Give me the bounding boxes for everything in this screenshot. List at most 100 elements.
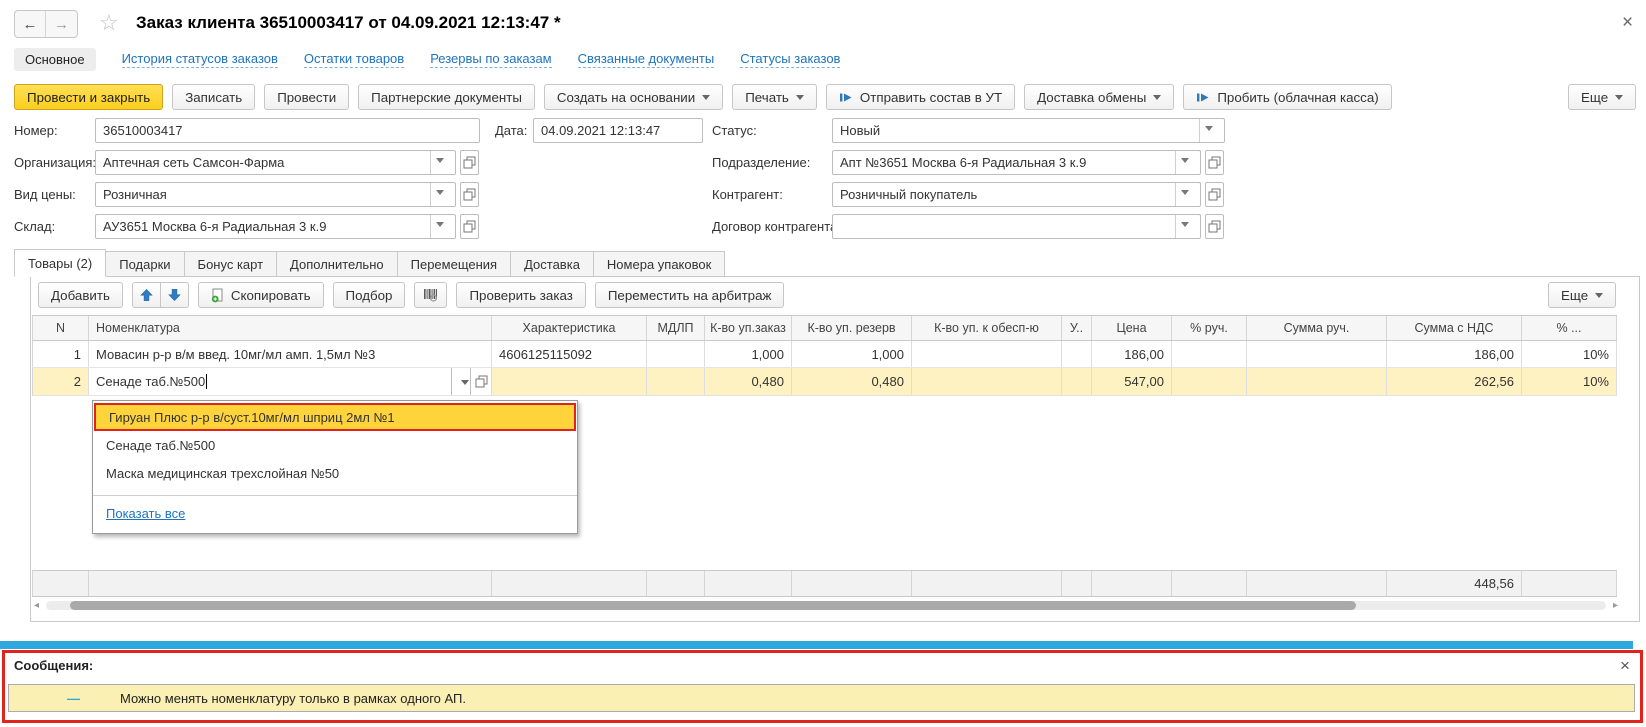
col-header-sum-vat[interactable]: Сумма с НДС bbox=[1387, 316, 1522, 340]
more-button-table[interactable]: Еще bbox=[1548, 282, 1616, 308]
window-close-icon[interactable]: × bbox=[1622, 12, 1633, 34]
order-window: ← → ☆ Заказ клиента 36510003417 от 04.09… bbox=[0, 0, 1646, 727]
contract-combobox[interactable] bbox=[832, 214, 1201, 239]
counterparty-combobox[interactable]: Розничный покупатель bbox=[832, 182, 1201, 207]
col-header-qty-supply[interactable]: К-во уп. к обесп-ю bbox=[912, 316, 1062, 340]
nomenclature-editor: Сенаде таб.№500 bbox=[89, 368, 491, 395]
col-header-characteristic[interactable]: Характеристика bbox=[492, 316, 647, 340]
chevron-down-icon[interactable] bbox=[1175, 151, 1193, 174]
chevron-down-icon[interactable] bbox=[1199, 119, 1217, 142]
fiscal-print-button[interactable]: Пробить (облачная касса) bbox=[1183, 84, 1391, 110]
messages-close-icon[interactable]: × bbox=[1620, 656, 1630, 676]
save-button[interactable]: Записать bbox=[172, 84, 255, 110]
total-sum-vat: 448,56 bbox=[1387, 571, 1522, 596]
post-send-icon bbox=[839, 91, 853, 104]
nav-link-status-history[interactable]: История статусов заказов bbox=[122, 51, 278, 68]
col-header-price[interactable]: Цена bbox=[1092, 316, 1172, 340]
warehouse-open-button[interactable] bbox=[460, 214, 479, 239]
col-header-nomenclature[interactable]: Номенклатура bbox=[89, 316, 492, 340]
col-header-n[interactable]: N bbox=[33, 316, 89, 340]
horizontal-scrollbar[interactable]: ◂ ▸ bbox=[34, 600, 1618, 611]
date-field[interactable]: 04.09.2021 12:13:47 bbox=[533, 118, 703, 143]
table-row-editing[interactable]: 2 Сенаде таб.№500 0,480 0,480 547,00 262… bbox=[32, 368, 1617, 396]
add-row-button[interactable]: Добавить bbox=[38, 282, 123, 308]
dropdown-item[interactable]: Маска медицинская трехслойная №50 bbox=[93, 459, 577, 487]
scrollbar-thumb[interactable] bbox=[70, 601, 1356, 610]
price-type-open-button[interactable] bbox=[460, 182, 479, 207]
nomenclature-editor-input[interactable]: Сенаде таб.№500 bbox=[89, 368, 451, 395]
show-all-link[interactable]: Показать все bbox=[93, 502, 198, 531]
organization-combobox[interactable]: Аптечная сеть Самсон-Фарма bbox=[95, 150, 456, 175]
scroll-right-icon[interactable]: ▸ bbox=[1606, 600, 1618, 611]
col-header-qty-reserve[interactable]: К-во уп. резерв bbox=[792, 316, 912, 340]
arrow-up-icon bbox=[140, 288, 153, 302]
warehouse-combobox[interactable]: АУ3651 Москва 6-я Радиальная 3 к.9 bbox=[95, 214, 456, 239]
move-to-arbitration-button[interactable]: Переместить на арбитраж bbox=[595, 282, 785, 308]
check-order-button[interactable]: Проверить заказ bbox=[456, 282, 585, 308]
command-bar: Провести и закрыть Записать Провести Пар… bbox=[14, 84, 1392, 110]
print-button[interactable]: Печать bbox=[732, 84, 817, 110]
price-type-combobox[interactable]: Розничная bbox=[95, 182, 456, 207]
tab-goods[interactable]: Товары (2) bbox=[14, 249, 106, 277]
row1-vat: 10% bbox=[1522, 341, 1617, 367]
copy-row-button[interactable]: Скопировать bbox=[198, 282, 324, 308]
post-button[interactable]: Провести bbox=[264, 84, 349, 110]
chevron-down-icon[interactable] bbox=[430, 215, 448, 238]
chevron-down-icon[interactable] bbox=[1175, 183, 1193, 206]
scrollbar-track[interactable] bbox=[46, 601, 1606, 610]
message-item[interactable]: — Можно менять номенклатуру только в рам… bbox=[8, 684, 1635, 712]
send-to-ut-button[interactable]: Отправить состав в УТ bbox=[826, 84, 1015, 110]
tab-bonus-cards[interactable]: Бонус карт bbox=[185, 251, 278, 277]
nav-link-related-docs[interactable]: Связанные документы bbox=[578, 51, 715, 68]
move-row-down-button[interactable] bbox=[161, 282, 189, 308]
forward-button[interactable]: → bbox=[46, 11, 77, 37]
nav-tab-main[interactable]: Основное bbox=[14, 48, 96, 71]
col-header-mdlp[interactable]: МДЛП bbox=[647, 316, 705, 340]
organization-open-button[interactable] bbox=[460, 150, 479, 175]
chevron-down-icon[interactable] bbox=[451, 368, 470, 395]
dropdown-item-selected[interactable]: Гируан Плюс р-р в/суст.10мг/мл шприц 2мл… bbox=[94, 403, 576, 431]
col-header-u[interactable]: У.. bbox=[1062, 316, 1092, 340]
row1-qty-reserve: 1,000 bbox=[792, 341, 912, 367]
col-header-manual-sum[interactable]: Сумма руч. bbox=[1247, 316, 1387, 340]
table-row[interactable]: 1 Мовасин р-р в/м введ. 10мг/мл амп. 1,5… bbox=[32, 341, 1617, 368]
division-open-button[interactable] bbox=[1205, 150, 1224, 175]
contract-open-button[interactable] bbox=[1205, 214, 1224, 239]
more-button-top[interactable]: Еще bbox=[1568, 84, 1636, 110]
nav-link-order-statuses[interactable]: Статусы заказов bbox=[740, 51, 840, 68]
division-combobox[interactable]: Апт №3651 Москва 6-я Радиальная 3 к.9 bbox=[832, 150, 1201, 175]
chevron-down-icon[interactable] bbox=[430, 183, 448, 206]
nav-link-reserves[interactable]: Резервы по заказам bbox=[430, 51, 551, 68]
nav-link-stock[interactable]: Остатки товаров bbox=[304, 51, 404, 68]
row1-nomenclature: Мовасин р-р в/м введ. 10мг/мл амп. 1,5мл… bbox=[89, 341, 492, 367]
counterparty-open-button[interactable] bbox=[1205, 182, 1224, 207]
delivery-exchange-button[interactable]: Доставка обмены bbox=[1024, 84, 1174, 110]
col-header-manual-percent[interactable]: % руч. bbox=[1172, 316, 1247, 340]
status-combobox[interactable]: Новый bbox=[832, 118, 1225, 143]
move-row-up-button[interactable] bbox=[132, 282, 161, 308]
post-and-close-button[interactable]: Провести и закрыть bbox=[14, 84, 163, 110]
col-header-vat-percent[interactable]: % ... bbox=[1522, 316, 1617, 340]
tab-additional[interactable]: Дополнительно bbox=[277, 251, 398, 277]
back-button[interactable]: ← bbox=[15, 11, 46, 37]
pick-button[interactable]: Подбор bbox=[333, 282, 406, 308]
chevron-down-icon[interactable] bbox=[430, 151, 448, 174]
tab-delivery[interactable]: Доставка bbox=[511, 251, 594, 277]
chevron-down-icon[interactable] bbox=[1175, 215, 1193, 238]
number-field[interactable]: 36510003417 bbox=[95, 118, 480, 143]
splitter-bar[interactable] bbox=[0, 641, 1633, 649]
barcode-scan-button[interactable] bbox=[414, 282, 447, 308]
favorite-star-icon[interactable]: ☆ bbox=[99, 10, 119, 36]
create-based-on-button[interactable]: Создать на основании bbox=[544, 84, 723, 110]
message-dash-icon: — bbox=[67, 691, 80, 706]
copy-document-icon bbox=[211, 288, 224, 303]
nav-links-row: Основное История статусов заказов Остатк… bbox=[14, 46, 840, 72]
tab-package-numbers[interactable]: Номера упаковок bbox=[594, 251, 725, 277]
nomenclature-open-button[interactable] bbox=[470, 368, 491, 395]
col-header-qty-order[interactable]: К-во уп.заказ bbox=[705, 316, 792, 340]
tab-gifts[interactable]: Подарки bbox=[106, 251, 184, 277]
dropdown-item[interactable]: Сенаде таб.№500 bbox=[93, 431, 577, 459]
scroll-left-icon[interactable]: ◂ bbox=[34, 600, 46, 611]
tab-movements[interactable]: Перемещения bbox=[398, 251, 511, 277]
partner-docs-button[interactable]: Партнерские документы bbox=[358, 84, 535, 110]
